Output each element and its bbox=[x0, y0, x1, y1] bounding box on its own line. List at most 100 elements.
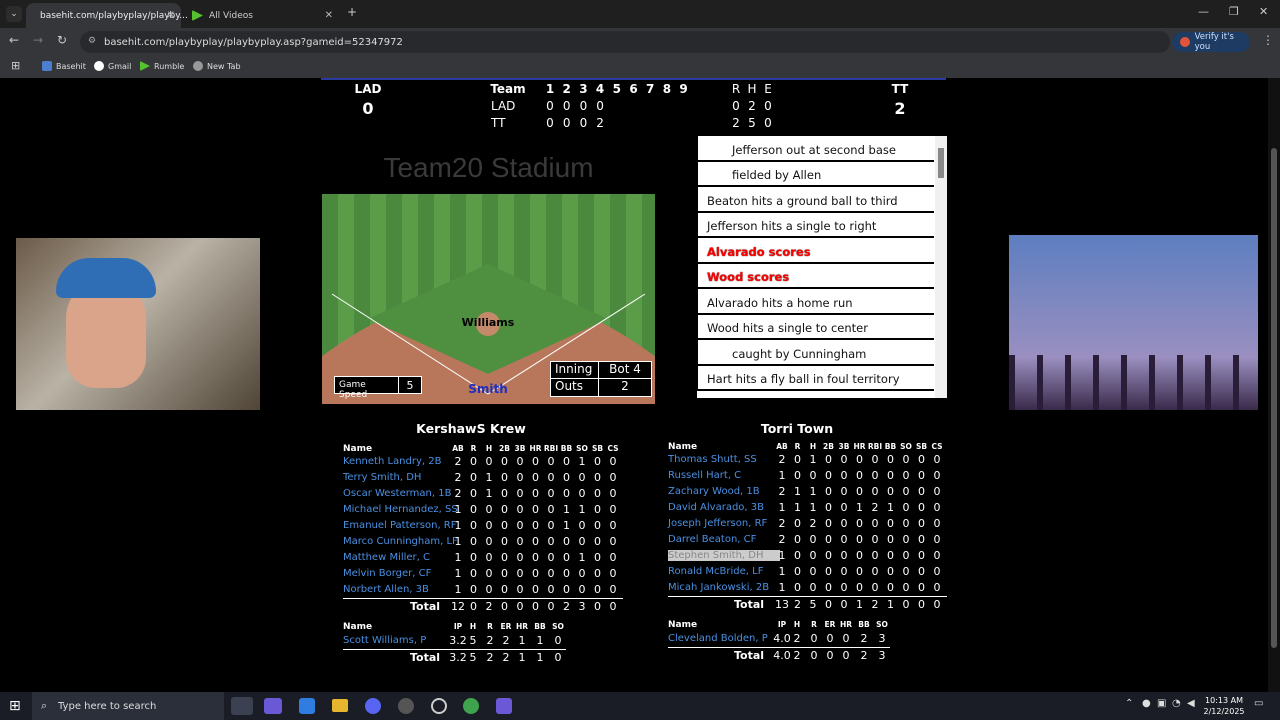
stat-cell: 0 bbox=[578, 567, 586, 580]
stat-cell: 0 bbox=[887, 549, 894, 562]
stat-cell: 0 bbox=[871, 565, 879, 578]
pitching-total-label: Total bbox=[734, 649, 765, 662]
pitcher-link[interactable]: Cleveland Bolden, P bbox=[668, 633, 768, 644]
chrome-taskbar-icon[interactable] bbox=[231, 697, 253, 715]
discord-icon[interactable] bbox=[365, 698, 381, 714]
player-link[interactable]: Thomas Shutt, SS bbox=[668, 454, 757, 465]
site-info-icon[interactable]: ⚙ bbox=[88, 36, 96, 46]
inning-number-2: 2 bbox=[562, 82, 571, 96]
rumble-favicon-icon bbox=[192, 10, 203, 21]
player-link[interactable]: David Alvarado, 3B bbox=[668, 502, 764, 513]
stat-cell: 0 bbox=[840, 549, 848, 562]
bookmark-rumble[interactable]: Rumble bbox=[140, 61, 184, 71]
player-link[interactable]: Darrel Beaton, CF bbox=[668, 534, 756, 545]
reload-icon[interactable]: ↻ bbox=[57, 33, 67, 47]
linescore-rhe-value: 0 bbox=[764, 99, 772, 113]
linescore-inning-value: 0 bbox=[579, 116, 588, 130]
linescore-rhe-value: 5 bbox=[748, 116, 756, 130]
linescore-rhe-value: 2 bbox=[732, 116, 740, 130]
player-link[interactable]: Micah Jankowski, 2B bbox=[668, 582, 769, 593]
bookmark-basehit[interactable]: Basehit bbox=[42, 61, 86, 71]
copilot-icon[interactable] bbox=[264, 698, 282, 714]
player-link[interactable]: Melvin Borger, CF bbox=[343, 568, 431, 579]
windows-start-icon[interactable]: ⊞ bbox=[9, 698, 21, 714]
pitcher-label: Williams bbox=[461, 316, 515, 329]
file-explorer-icon[interactable] bbox=[332, 699, 348, 712]
player-link[interactable]: Michael Hernandez, SS bbox=[343, 504, 458, 515]
taskbar-search[interactable]: ⌕ Type here to search bbox=[32, 692, 224, 720]
batting-header: R bbox=[794, 442, 801, 451]
linescore-rhe-value: 2 bbox=[748, 99, 756, 113]
stat-cell: 0 bbox=[501, 567, 508, 580]
tab-search-icon[interactable]: ⌄ bbox=[6, 6, 22, 22]
play-event: Wood scores bbox=[698, 264, 934, 289]
steam-icon[interactable] bbox=[431, 698, 447, 714]
back-icon[interactable]: ← bbox=[9, 33, 19, 47]
linescore-team: LAD bbox=[491, 99, 516, 113]
bookmark-gmail[interactable]: Gmail bbox=[94, 61, 131, 71]
play-event: Jefferson out at second base bbox=[698, 136, 934, 162]
store-icon[interactable] bbox=[299, 698, 315, 714]
apps-grid-icon[interactable]: ⊞ bbox=[11, 59, 20, 72]
pbp-scroll-thumb[interactable] bbox=[938, 148, 944, 178]
verify-label: Verify it's you bbox=[1194, 32, 1234, 52]
app-icon[interactable] bbox=[398, 698, 414, 714]
network-icon[interactable]: ◔ bbox=[1172, 698, 1181, 709]
clock[interactable]: 10:13 AM 2/12/2025 bbox=[1200, 695, 1248, 717]
player-link[interactable]: Marco Cunningham, LF bbox=[343, 536, 458, 547]
bookmark-new-tab[interactable]: New Tab bbox=[193, 61, 241, 71]
player-link[interactable]: Zachary Wood, 1B bbox=[668, 486, 760, 497]
batting-header: SO bbox=[576, 444, 588, 453]
notification-icon[interactable]: ▭ bbox=[1254, 698, 1263, 709]
stat-cell: 0 bbox=[856, 581, 863, 594]
menu-dots-icon[interactable]: ⋮ bbox=[1262, 33, 1274, 47]
page-scroll-thumb[interactable] bbox=[1271, 148, 1277, 648]
stat-cell: 0 bbox=[825, 533, 832, 546]
player-link[interactable]: Russell Hart, C bbox=[668, 470, 741, 481]
close-tab-icon[interactable]: ✕ bbox=[325, 10, 333, 21]
player-link[interactable]: Terry Smith, DH bbox=[343, 472, 421, 483]
stat-cell: 1 bbox=[454, 503, 462, 516]
stat-cell: 0 bbox=[485, 535, 493, 548]
mic-icon[interactable]: ● bbox=[1142, 698, 1151, 709]
address-bar[interactable]: ⚙ basehit.com/playbyplay/playbyplay.asp?… bbox=[80, 31, 1170, 53]
batting-header: R bbox=[470, 444, 477, 453]
new-tab-icon[interactable]: + bbox=[347, 5, 357, 19]
player-link[interactable]: Emanuel Patterson, RF bbox=[343, 520, 457, 531]
pitcher-link[interactable]: Scott Williams, P bbox=[343, 635, 426, 646]
tab-basehit[interactable]: basehit.com/playbyplay/playby... ✕ bbox=[26, 3, 188, 28]
batting-total-cell: 0 bbox=[516, 600, 524, 613]
stat-cell: 0 bbox=[516, 471, 524, 484]
forward-icon[interactable]: → bbox=[33, 33, 43, 47]
volume-icon[interactable]: ◀ bbox=[1187, 698, 1195, 709]
verify-profile-button[interactable]: Verify it's you bbox=[1172, 32, 1250, 52]
copilot-pinned-icon[interactable] bbox=[496, 698, 512, 714]
game-speed-box[interactable]: Game Speed 5 bbox=[334, 376, 422, 400]
close-window-icon[interactable]: ✕ bbox=[1259, 5, 1268, 18]
linescore-inning-value: 0 bbox=[546, 116, 554, 130]
stat-cell: 0 bbox=[532, 519, 539, 532]
page-scrollbar[interactable] bbox=[1268, 78, 1280, 692]
search-placeholder: Type here to search bbox=[58, 700, 157, 712]
stat-cell: 0 bbox=[470, 487, 477, 500]
minimize-icon[interactable]: — bbox=[1198, 5, 1209, 18]
batting-header: BB bbox=[560, 444, 573, 453]
tray-app-icon[interactable]: ▣ bbox=[1157, 698, 1166, 709]
player-link[interactable]: Kenneth Landry, 2B bbox=[343, 456, 441, 467]
pbp-scrollbar[interactable] bbox=[935, 136, 947, 398]
tray-chevron-icon[interactable]: ⌃ bbox=[1125, 698, 1133, 709]
player-link[interactable]: Norbert Allen, 3B bbox=[343, 584, 429, 595]
stat-cell: 0 bbox=[809, 581, 817, 594]
close-tab-icon[interactable]: ✕ bbox=[167, 10, 175, 21]
stat-cell: 0 bbox=[501, 519, 508, 532]
app-green-icon[interactable] bbox=[463, 698, 479, 714]
player-link[interactable]: Matthew Miller, C bbox=[343, 552, 430, 563]
stat-cell: 1 bbox=[778, 469, 786, 482]
play-by-play-panel[interactable]: Jefferson out at second base fielded by A… bbox=[697, 136, 947, 398]
player-link[interactable]: Joseph Jefferson, RF bbox=[668, 518, 767, 529]
player-link[interactable]: Stephen Smith, DH bbox=[668, 550, 780, 561]
restore-icon[interactable]: ❐ bbox=[1229, 5, 1239, 18]
player-link[interactable]: Oscar Westerman, 1B bbox=[343, 488, 451, 499]
tab-all-videos[interactable]: All Videos ✕ bbox=[184, 3, 339, 28]
player-link[interactable]: Ronald McBride, LF bbox=[668, 566, 763, 577]
